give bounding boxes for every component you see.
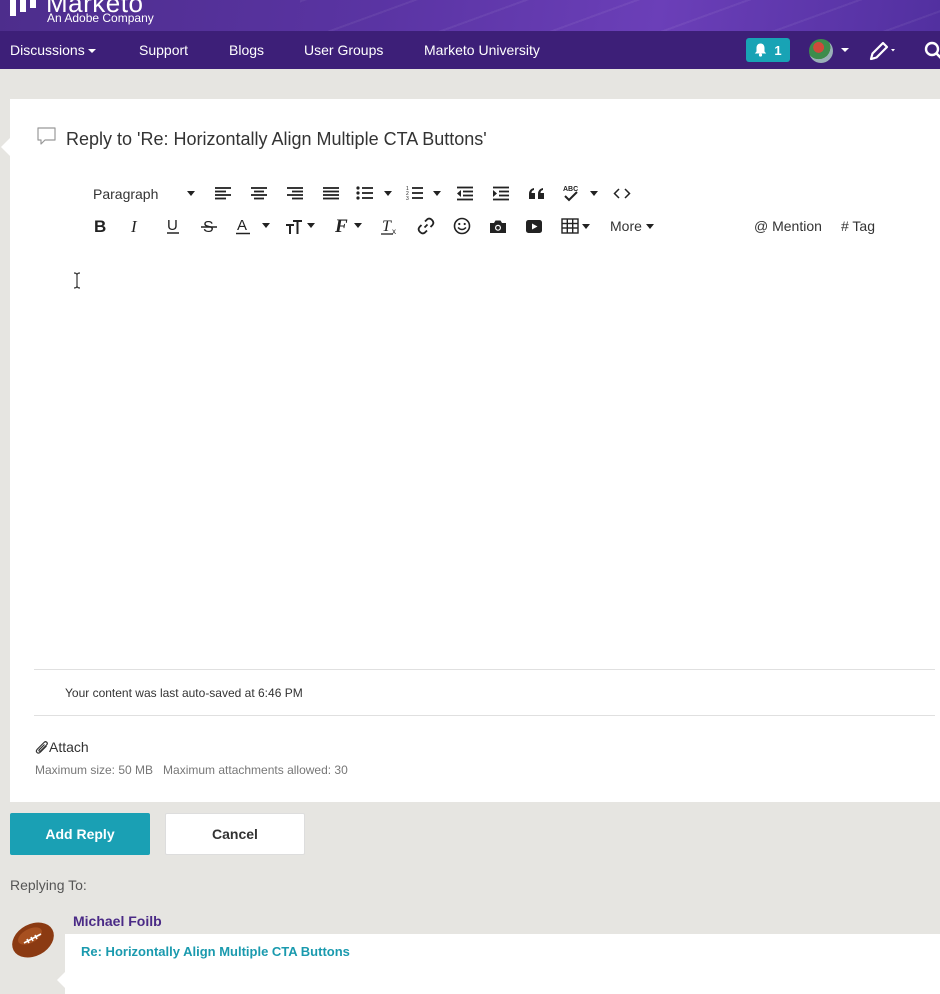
attachment-limits: Maximum size: 50 MB Maximum attachments …	[35, 763, 348, 777]
pencil-icon[interactable]	[868, 39, 898, 63]
numbered-list-icon[interactable]: 1 2 3	[406, 185, 424, 201]
chevron-down-icon[interactable]	[187, 191, 195, 196]
avatar[interactable]	[10, 919, 56, 961]
clear-formatting-icon[interactable]: T x	[381, 217, 399, 235]
replying-to-label: Replying To:	[10, 877, 87, 893]
chevron-down-icon[interactable]	[590, 191, 598, 196]
nav-item-discussions[interactable]: Discussions	[10, 42, 96, 58]
replied-message-link[interactable]: Re: Horizontally Align Multiple CTA Butt…	[81, 944, 350, 959]
page-title: Reply to 'Re: Horizontally Align Multipl…	[66, 129, 487, 149]
chevron-down-icon[interactable]	[582, 224, 590, 229]
nav-item-user-groups[interactable]: User Groups	[304, 42, 383, 58]
align-justify-icon[interactable]	[322, 186, 340, 201]
autosave-status: Your content was last auto-saved at 6:46…	[65, 686, 303, 700]
paragraph-format-select[interactable]: Paragraph	[93, 186, 158, 202]
align-left-icon[interactable]	[214, 186, 232, 201]
chevron-down-icon[interactable]	[262, 223, 270, 228]
font-family-icon[interactable]: F	[334, 216, 352, 236]
bulleted-list-icon[interactable]	[356, 185, 374, 201]
nav-item-blogs[interactable]: Blogs	[229, 42, 264, 58]
marketo-logo-icon[interactable]	[10, 0, 40, 16]
quote-pointer	[57, 972, 65, 988]
avatar[interactable]	[809, 39, 833, 63]
divider	[34, 669, 935, 670]
chevron-down-icon[interactable]	[433, 191, 441, 196]
font-size-icon[interactable]	[285, 218, 303, 236]
nav-item-support[interactable]: Support	[139, 42, 188, 58]
bold-icon[interactable]: B	[93, 217, 107, 235]
svg-text:T: T	[382, 218, 392, 235]
panel-pointer	[10, 237, 19, 255]
camera-icon[interactable]	[489, 219, 507, 234]
chevron-down-icon[interactable]	[354, 223, 362, 228]
svg-text:B: B	[94, 217, 106, 235]
underline-icon[interactable]: U	[165, 217, 181, 235]
spellcheck-icon[interactable]: ABC	[562, 184, 582, 202]
video-icon[interactable]	[525, 219, 543, 234]
code-view-icon[interactable]	[613, 187, 631, 200]
attach-button[interactable]: Attach	[35, 739, 89, 755]
chevron-down-icon[interactable]	[384, 191, 392, 196]
nav-item-marketo-university[interactable]: Marketo University	[424, 42, 540, 58]
chevron-down-icon[interactable]	[646, 224, 654, 229]
attach-label: Attach	[49, 739, 89, 755]
author-name[interactable]: Michael Foilb	[73, 913, 162, 929]
editor-body[interactable]	[34, 250, 935, 668]
chevron-down-icon[interactable]	[307, 223, 315, 228]
svg-text:I: I	[130, 217, 138, 235]
link-icon[interactable]	[417, 217, 435, 235]
logo-tagline: An Adobe Company	[47, 11, 154, 25]
search-icon[interactable]	[922, 39, 940, 61]
bell-icon	[755, 43, 767, 57]
more-label: More	[610, 218, 642, 234]
brand-band: Marketo An Adobe Company	[0, 0, 940, 31]
add-reply-button[interactable]: Add Reply	[10, 813, 150, 855]
replied-message-box	[65, 934, 940, 994]
text-color-icon[interactable]: A	[235, 217, 251, 235]
notification-count: 1	[774, 42, 782, 58]
strikethrough-icon[interactable]: S	[201, 217, 217, 235]
emoji-icon[interactable]	[453, 217, 471, 235]
notifications-button[interactable]: 1	[746, 38, 790, 62]
indent-icon[interactable]	[492, 186, 510, 201]
cancel-button[interactable]: Cancel	[165, 813, 305, 855]
nav-item-label: Discussions	[10, 42, 85, 58]
svg-text:3: 3	[406, 196, 409, 201]
divider	[34, 715, 935, 716]
mention-button[interactable]: @ Mention	[754, 218, 822, 234]
paperclip-icon	[35, 740, 48, 754]
tag-button[interactable]: # Tag	[841, 218, 875, 234]
text-cursor-icon	[73, 272, 81, 289]
align-center-icon[interactable]	[250, 186, 268, 201]
blockquote-icon[interactable]	[528, 186, 546, 201]
svg-text:U: U	[167, 217, 178, 234]
more-menu-button[interactable]: More	[610, 218, 642, 234]
outdent-icon[interactable]	[456, 186, 474, 201]
align-right-icon[interactable]	[286, 186, 304, 201]
svg-text:F: F	[334, 216, 348, 236]
speech-bubble-icon	[37, 127, 56, 145]
svg-text:A: A	[237, 217, 247, 234]
chevron-down-icon[interactable]	[841, 48, 849, 52]
italic-icon[interactable]: I	[129, 217, 143, 235]
main-nav: Discussions Support Blogs User Groups Ma…	[0, 31, 940, 69]
table-icon[interactable]	[561, 218, 579, 234]
chevron-down-icon	[87, 49, 96, 54]
panel-pointer	[1, 138, 10, 156]
